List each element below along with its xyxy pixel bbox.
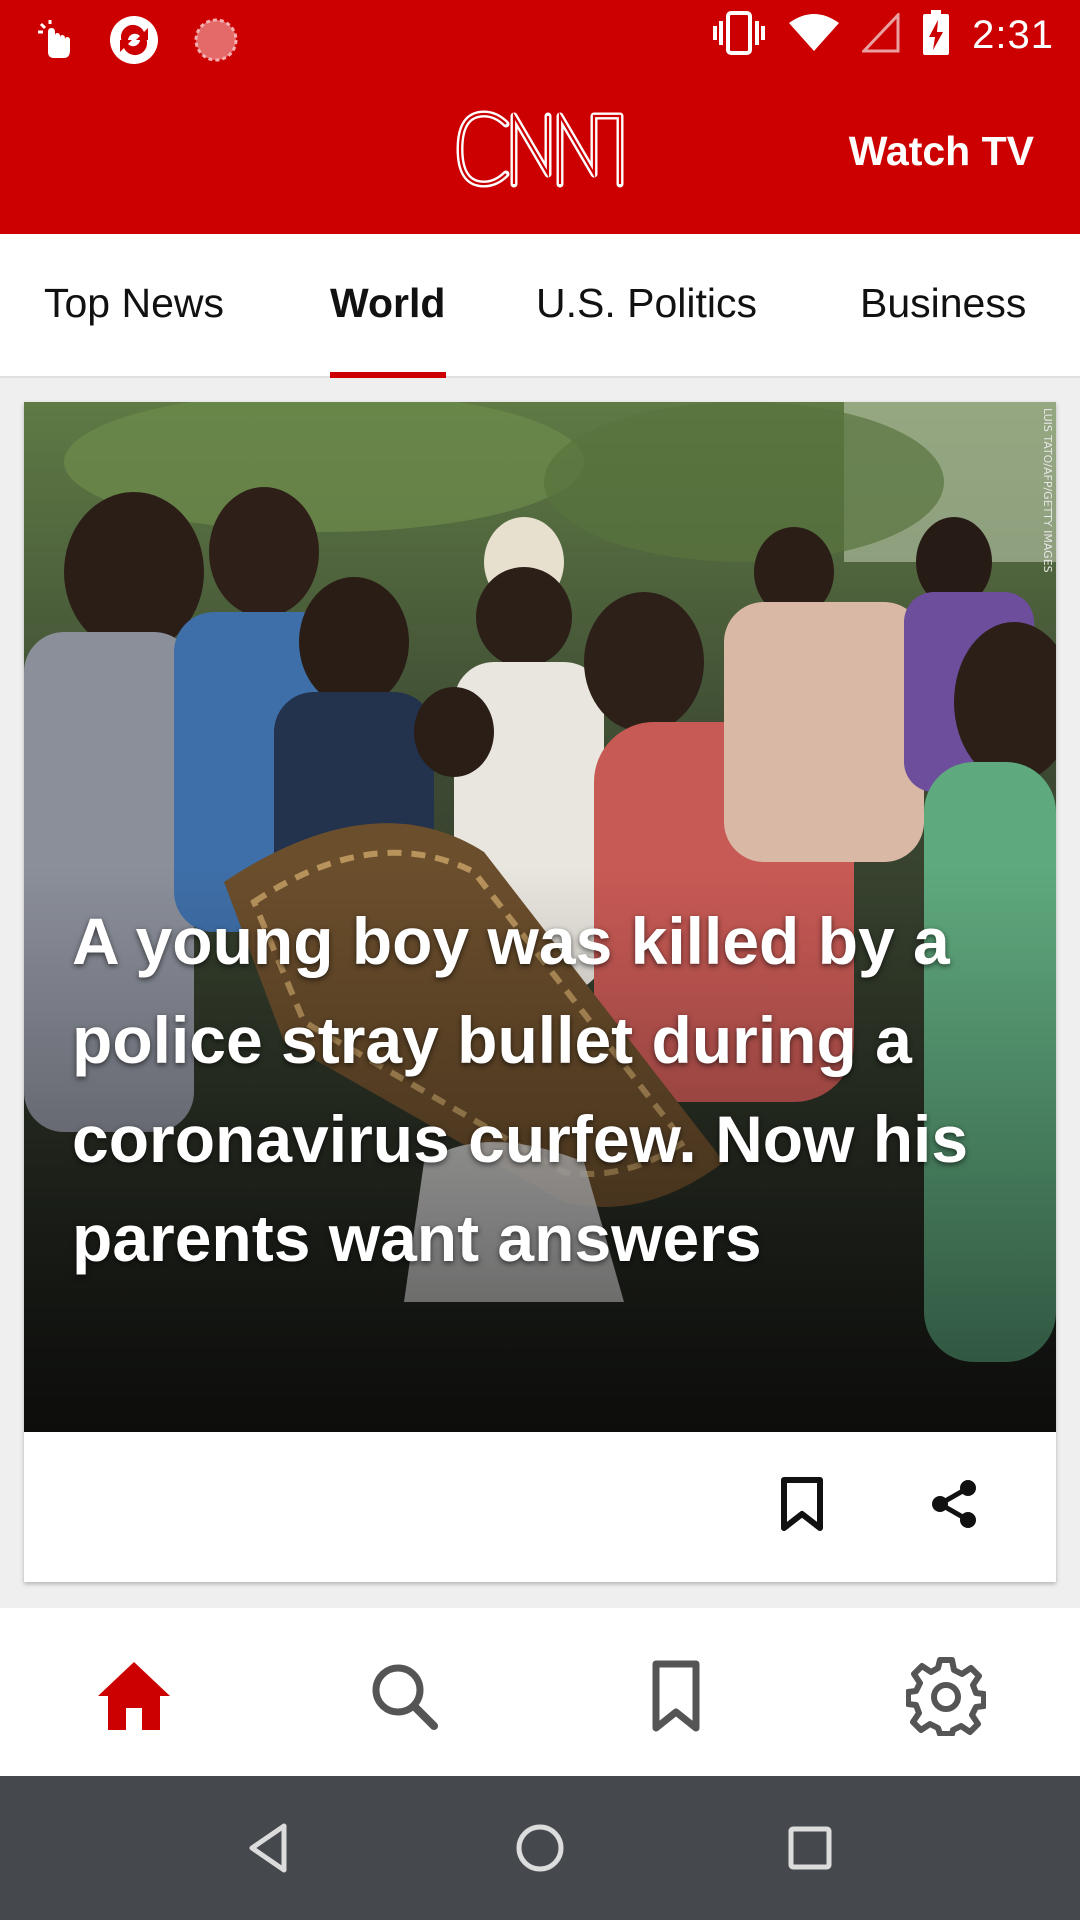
battery-charging-icon — [922, 10, 950, 61]
sync-app-icon — [108, 14, 160, 71]
tab-us-politics[interactable]: U.S. Politics — [536, 280, 757, 327]
section-tabs: Top News World U.S. Politics Business — [0, 234, 1080, 378]
bottom-navigation — [0, 1608, 1080, 1776]
recents-icon[interactable] — [778, 1816, 842, 1880]
cell-signal-icon — [860, 11, 900, 58]
share-icon[interactable] — [928, 1478, 980, 1535]
settings-gear-icon[interactable] — [905, 1656, 987, 1737]
app-header: Watch TV — [0, 74, 1080, 234]
system-navigation-bar — [0, 1776, 1080, 1920]
touch-icon — [36, 18, 74, 67]
active-tab-indicator — [330, 372, 446, 378]
photo-credit: LUIS TATO/AFP/GETTY IMAGES — [1041, 408, 1054, 573]
article-card[interactable]: LUIS TATO/AFP/GETTY IMAGES A young boy w… — [24, 402, 1056, 1582]
card-actions — [24, 1432, 1056, 1582]
home-circle-icon[interactable] — [508, 1816, 572, 1880]
record-icon — [194, 18, 238, 67]
wifi-icon — [788, 13, 840, 58]
vibrate-icon — [712, 11, 766, 60]
article-headline[interactable]: A young boy was killed by a police stray… — [72, 892, 1012, 1288]
bookmark-icon[interactable] — [778, 1476, 826, 1537]
home-icon[interactable] — [94, 1656, 174, 1736]
article-photo[interactable]: LUIS TATO/AFP/GETTY IMAGES A young boy w… — [24, 402, 1056, 1432]
clock: 2:31 — [972, 13, 1054, 57]
tab-top-news[interactable]: Top News — [44, 280, 224, 327]
saved-bookmark-icon[interactable] — [636, 1656, 716, 1736]
watch-tv-button[interactable]: Watch TV — [849, 128, 1034, 175]
cnn-logo[interactable] — [452, 104, 628, 194]
back-icon[interactable] — [238, 1816, 302, 1880]
status-bar: 2:31 — [0, 0, 1080, 74]
tab-business[interactable]: Business — [860, 280, 1026, 327]
search-icon[interactable] — [364, 1656, 444, 1736]
tab-world[interactable]: World — [330, 280, 445, 327]
